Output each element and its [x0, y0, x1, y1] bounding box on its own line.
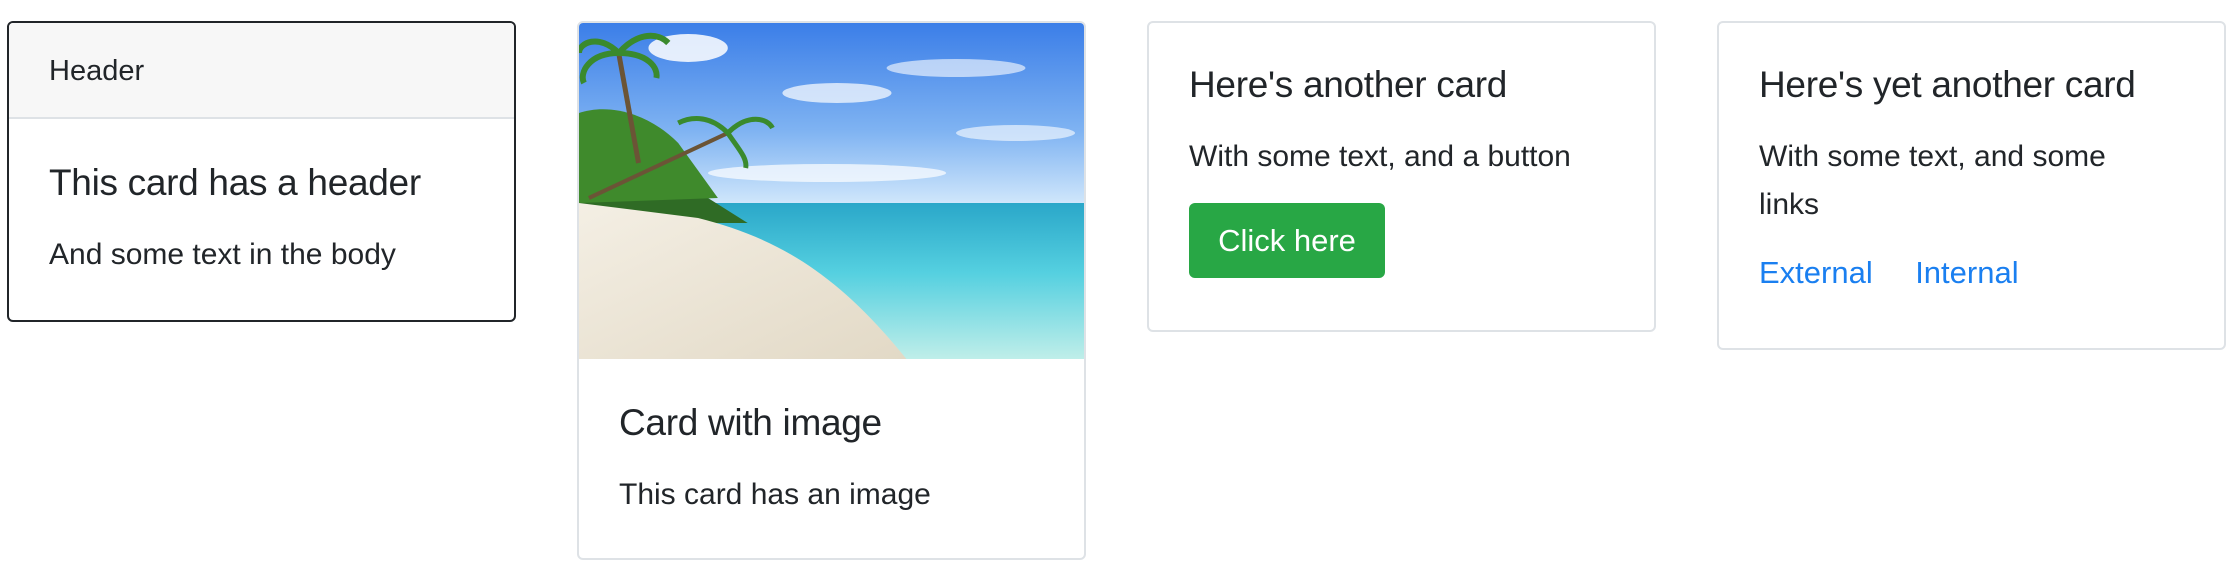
card-body: Here's yet another card With some text, …: [1719, 63, 2224, 291]
card-text: And some text in the body: [49, 238, 396, 272]
image-card: Card with image This card has an image: [577, 21, 1086, 560]
external-link[interactable]: External: [1759, 255, 1873, 290]
card-text: With some text, and a button: [1189, 140, 1571, 174]
card-body: This card has a header And some text in …: [9, 161, 514, 279]
button-card: Here's another card With some text, and …: [1147, 21, 1656, 332]
card-body: Card with image This card has an image: [579, 401, 1084, 519]
card-title: Here's another card: [1189, 64, 1508, 105]
card-title: Card with image: [619, 402, 882, 443]
header-card: Header This card has a header And some t…: [7, 21, 516, 322]
beach-image: [579, 23, 1084, 359]
card-title: This card has a header: [49, 162, 421, 203]
card-text: With some text, and some links: [1759, 140, 2106, 222]
card-links: External Internal: [1759, 255, 2184, 291]
card-title: Here's yet another card: [1759, 64, 2136, 105]
click-here-button[interactable]: Click here: [1189, 203, 1385, 279]
internal-link[interactable]: Internal: [1915, 255, 2018, 290]
card-header: Header: [9, 23, 514, 119]
card-body: Here's another card With some text, and …: [1149, 63, 1654, 279]
card-text: This card has an image: [619, 478, 931, 512]
links-card: Here's yet another card With some text, …: [1717, 21, 2226, 350]
